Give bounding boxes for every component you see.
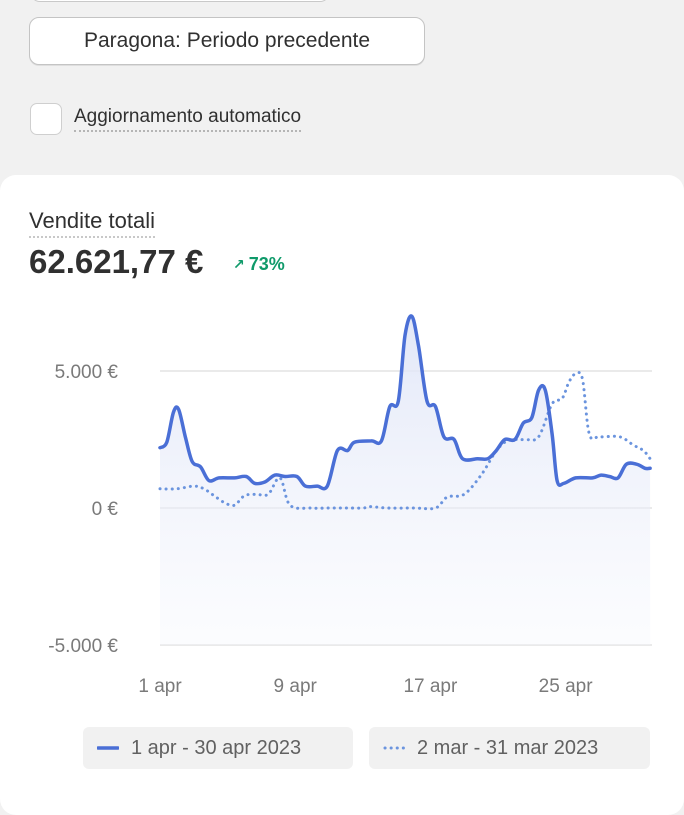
sales-line-chart: 5.000 € 0 € -5.000 € 1 apr 9 apr 17 apr 25 apr [48, 314, 652, 697]
legend-item-previous[interactable]: 2 mar - 31 mar 2023 [369, 727, 650, 769]
legend-item-current[interactable]: 1 apr - 30 apr 2023 [83, 727, 353, 769]
x-tick-label: 17 apr [403, 676, 458, 697]
legend-dotted-line-icon [383, 746, 405, 750]
legend-solid-line-icon [97, 746, 119, 750]
x-tick-label: 1 apr [138, 676, 182, 697]
y-tick-label: -5.000 € [48, 636, 118, 657]
x-tick-label: 9 apr [274, 676, 318, 697]
legend-label-current: 1 apr - 30 apr 2023 [131, 736, 302, 759]
y-tick-label: 5.000 € [55, 362, 119, 383]
x-tick-label: 25 apr [539, 676, 594, 697]
current-series-area [160, 315, 651, 645]
legend-label-previous: 2 mar - 31 mar 2023 [417, 736, 599, 759]
y-tick-label: 0 € [92, 499, 119, 520]
